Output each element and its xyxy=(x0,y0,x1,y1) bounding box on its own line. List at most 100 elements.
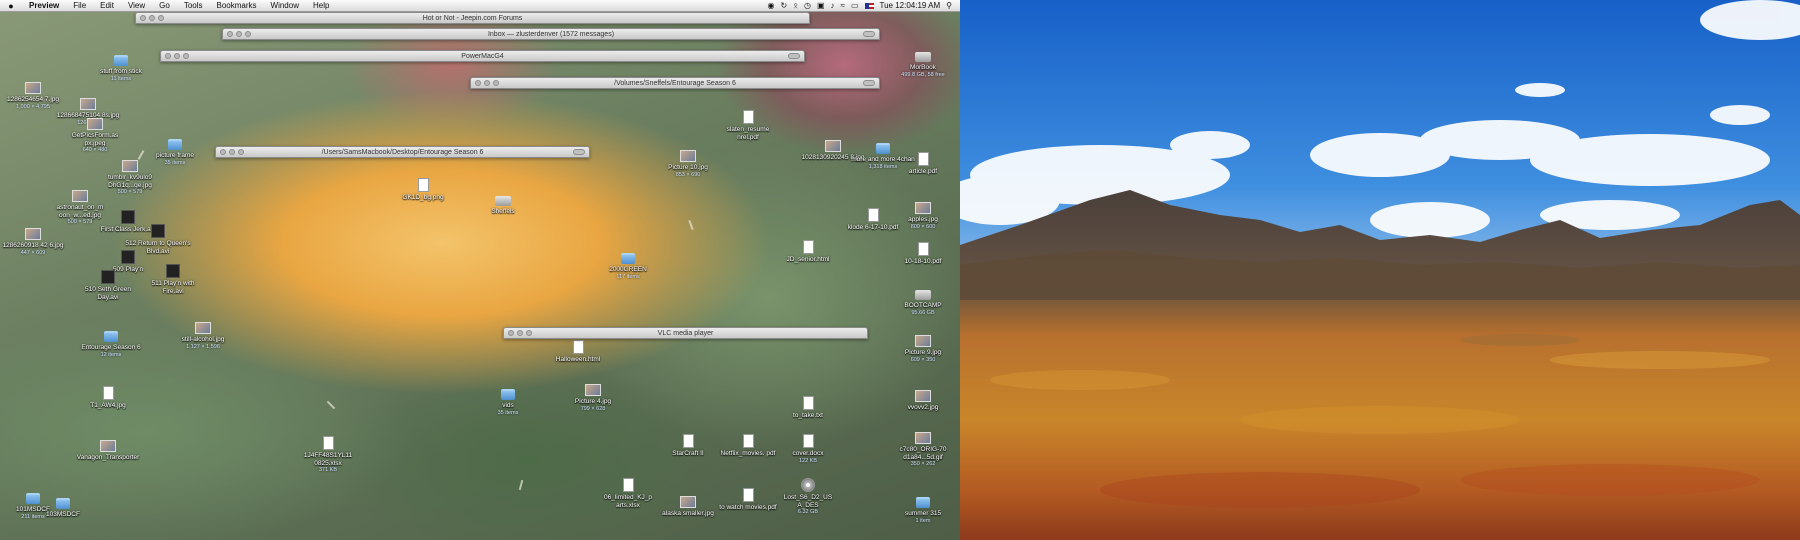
menu-go[interactable]: Go xyxy=(152,0,177,12)
spotlight-icon[interactable]: ⚲ xyxy=(946,1,952,10)
desktop-icon[interactable]: Sheffels xyxy=(470,196,536,216)
desktop-icon-label: 1286260918 42 6.jpg xyxy=(2,242,64,249)
desktop-icon[interactable]: Vanagon_Transporter xyxy=(75,440,141,462)
desktop-icon[interactable]: cover.docx 122 KB xyxy=(775,434,841,464)
toolbar-toggle-icon[interactable] xyxy=(863,80,875,86)
desktop-icon-label: to_take.txt xyxy=(793,412,823,419)
desktop-icon[interactable]: summer 315 1 item xyxy=(890,494,956,524)
doc-icon xyxy=(572,340,584,354)
menu-view[interactable]: View xyxy=(121,0,152,12)
mountain-landscape xyxy=(960,0,1800,540)
input-flag-icon[interactable] xyxy=(864,2,874,9)
desktop-icon-info: 35 items xyxy=(497,409,519,416)
desktop-icon-label: 2000GREEN xyxy=(609,266,647,273)
sync-icon[interactable]: ↻ xyxy=(780,1,787,10)
desktop-icon[interactable]: 1J4FF48S1YL11 0825.xlsx 371 KB xyxy=(295,436,361,474)
desktop-icon[interactable]: 510 Seth Green Day.avi xyxy=(75,270,141,301)
window-hot-or-not[interactable]: Hot or Not - Jeepin.com Forums xyxy=(135,12,810,24)
desktop-icon[interactable]: stuff from stick 11 items xyxy=(88,52,154,82)
desktop-icon-info: 371 KB xyxy=(318,467,338,473)
desktop-icon[interactable]: JD_senior.html xyxy=(775,240,841,264)
status-area: ◉ ↻ ᛟ ◷ ▣ ♪ ≈ ▭ Tue 12:04:19 AM ⚲ xyxy=(768,1,961,10)
window-powermacg4[interactable]: PowerMacG4 xyxy=(160,50,805,62)
wifi-icon[interactable]: ≈ xyxy=(841,1,845,10)
desktop-icon-label: Vanagon_Transporter xyxy=(76,454,140,461)
window-users-entourage[interactable]: /Users/SamsMacbook/Desktop/Entourage Sea… xyxy=(215,146,590,158)
desktop-icon[interactable]: to watch movies.pdf xyxy=(715,488,781,512)
menu-app-name[interactable]: Preview xyxy=(22,0,66,12)
doc-icon xyxy=(742,488,754,502)
pic-icon xyxy=(87,118,103,130)
bluetooth-icon[interactable]: ᛟ xyxy=(793,1,798,10)
desktop-icon[interactable]: slaten_resume nrel.pdf xyxy=(715,110,781,141)
battery-icon[interactable]: ▭ xyxy=(851,1,859,10)
desktop-icon[interactable]: StarCraft II xyxy=(655,434,721,458)
desktop-icon[interactable]: 2000GREEN 117 items xyxy=(595,250,661,280)
desktop-icon-info: 1 item xyxy=(915,517,931,524)
desktop-icon[interactable]: Halloween.html xyxy=(545,340,611,364)
pic-icon xyxy=(25,228,41,240)
desktop-icon-label: Entourage Season 6 xyxy=(81,344,141,351)
desktop-icon[interactable]: apples.jpg 800 × 600 xyxy=(890,202,956,230)
doc-icon xyxy=(802,434,814,448)
desktop-icon-info: 853 × 690 xyxy=(675,171,701,178)
toolbar-toggle-icon[interactable] xyxy=(573,149,585,155)
menu-window[interactable]: Window xyxy=(264,0,306,12)
folder-icon xyxy=(876,143,890,154)
desktop-icon[interactable]: 511 Play'n with Fire.avi xyxy=(140,264,206,295)
window-vlc[interactable]: VLC media player xyxy=(503,327,868,339)
desktop-icon[interactable]: 1286260918 42 6.jpg 447 × 609 xyxy=(0,228,66,256)
left-desktop: ● Preview File Edit View Go Tools Bookma… xyxy=(0,0,960,540)
desktop-icon[interactable]: Netflix_movies. pdf xyxy=(715,434,781,458)
desktop-icon[interactable]: alaska smaller.jpg xyxy=(655,496,721,518)
desktop-icon[interactable]: 06_limited_KJ_p arts.xlsx xyxy=(595,478,661,509)
doc-icon xyxy=(622,478,634,492)
desktop-icon[interactable]: GetPicsForm.as px.jpeg 640 × 480 xyxy=(62,118,128,154)
desktop-icon-info: 499.8 GB, 58 free xyxy=(901,71,945,78)
spotlight-status-icon[interactable]: ◉ xyxy=(768,1,775,10)
desktop-icon-info: 640 × 480 xyxy=(82,147,108,153)
menu-clock[interactable]: Tue 12:04:19 AM xyxy=(880,1,941,10)
desktop-icon[interactable]: vvovv2.jpg xyxy=(890,390,956,412)
pic-icon xyxy=(680,496,696,508)
desktop-icon-info: 11 items xyxy=(110,75,132,82)
window-inbox[interactable]: Inbox — zlusterdenver (1572 messages) xyxy=(222,28,880,40)
menu-file[interactable]: File xyxy=(66,0,93,12)
pic-icon xyxy=(25,82,41,94)
apple-menu-icon[interactable]: ● xyxy=(0,1,22,11)
toolbar-toggle-icon[interactable] xyxy=(788,53,800,59)
desktop-icon[interactable]: GK1D_bg.png xyxy=(390,178,456,202)
toolbar-toggle-icon[interactable] xyxy=(863,31,875,37)
window-volumes-entourage[interactable]: /Volumes/Sneffels/Entourage Season 6 xyxy=(470,77,880,89)
desktop-icon[interactable]: article.pdf xyxy=(890,152,956,176)
desktop-icon[interactable]: Picture 4.jpg 799 × 628 xyxy=(560,384,626,412)
desktop-icon[interactable]: BOOTCAMP 95.66 GB xyxy=(890,290,956,316)
desktop-icon[interactable]: vids 35 items xyxy=(475,386,541,416)
menu-edit[interactable]: Edit xyxy=(93,0,121,12)
display-icon[interactable]: ▣ xyxy=(817,1,825,10)
menu-help[interactable]: Help xyxy=(306,0,336,12)
volume-icon[interactable]: ♪ xyxy=(831,1,835,10)
desktop-icon[interactable]: Picture 9.jpg 609 × 350 xyxy=(890,335,956,363)
desktop-icon[interactable]: Entourage Season 6 12 items xyxy=(78,328,144,358)
menu-tools[interactable]: Tools xyxy=(177,0,210,12)
desktop-icon[interactable]: Lost_S6_D2_US A_DES 6.32 GB xyxy=(775,478,841,516)
decor-spine xyxy=(518,479,524,491)
desktop-icon[interactable]: to_take.txt xyxy=(775,396,841,420)
desktop-icon[interactable]: still-alcohol.jpg 1,127 × 1,596 xyxy=(170,322,236,350)
menu-bookmarks[interactable]: Bookmarks xyxy=(210,0,264,12)
desktop-icon-label: 06_limited_KJ_p arts.xlsx xyxy=(603,494,653,509)
desktop-icon[interactable]: 10-18-10.pdf xyxy=(890,242,956,266)
desktop-icon[interactable]: MorBook 499.8 GB, 58 free xyxy=(890,52,956,78)
desktop-icon-label: Lost_S6_D2_US A_DES xyxy=(783,494,833,509)
desktop-icon[interactable]: c7c80_ORIG-70 d1a84...5d.gif 350 × 262 xyxy=(890,432,956,468)
pic-icon xyxy=(100,440,116,452)
desktop-icon[interactable]: 103MSDCF xyxy=(30,495,96,519)
desktop-icon[interactable]: Picture 10.jpg 853 × 690 xyxy=(655,150,721,178)
doc-icon xyxy=(917,242,929,256)
pic-icon xyxy=(680,150,696,162)
time-machine-icon[interactable]: ◷ xyxy=(804,1,811,10)
desktop-icon-label: stuff from stick xyxy=(100,68,142,75)
desktop-icon[interactable]: T1_AW4.jpg xyxy=(75,386,141,410)
desktop-icon-label: summer 315 xyxy=(904,510,942,517)
